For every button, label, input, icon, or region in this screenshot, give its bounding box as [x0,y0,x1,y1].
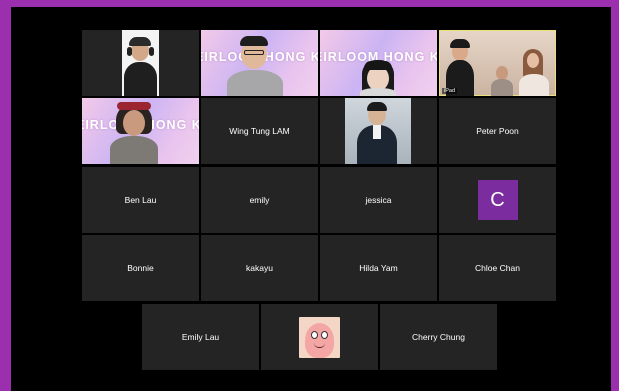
participant-tile[interactable]: jessica [320,167,437,233]
participant-video: EIRLOOM HONG KON [320,30,437,96]
participant-tile[interactable]: Chloe Chan [439,235,556,301]
participant-name: jessica [365,195,392,205]
participant-name: Wing Tung LAM [229,126,290,136]
participant-tile[interactable]: kakayu [201,235,318,301]
profile-photo [345,98,411,164]
participant-name: Bonnie [127,263,154,273]
participant-tile[interactable]: emily [201,167,318,233]
participant-video [82,30,199,96]
participant-name: Cherry Chung [412,332,465,342]
participant-tile[interactable] [320,98,437,164]
participant-tile[interactable]: Hilda Yam [320,235,437,301]
participant-video [439,30,556,96]
participant-tile[interactable]: Bonnie [82,235,199,301]
gallery-view: EIRLOOM HONG KONG EIRLOOM HONG KON [0,0,619,391]
device-tag: iPad [442,88,458,94]
participant-name: emily [249,195,270,205]
participant-tile[interactable]: EIRLOOM HONG KON [320,30,437,96]
participant-tile[interactable]: iPad [439,30,556,96]
participant-tile[interactable] [82,30,199,96]
patrick-star-icon [299,316,340,358]
participant-tile[interactable]: EIRLOOM HONG KONG [82,98,199,164]
participant-tile[interactable]: EIRLOOM HONG KONG [201,30,318,96]
avatar-initial: C [490,188,505,211]
participant-name: Emily Lau [181,332,220,342]
participant-tile[interactable]: Wing Tung LAM [201,98,318,164]
participant-tile[interactable]: Peter Poon [439,98,556,164]
participant-video: EIRLOOM HONG KONG [201,30,318,96]
participant-name: Hilda Yam [359,263,398,273]
participant-tile[interactable]: Emily Lau [142,304,259,370]
avatar: C [477,180,518,220]
participant-name: Chloe Chan [475,263,520,273]
participant-name: Peter Poon [476,126,519,136]
participant-tile[interactable] [261,304,378,370]
participant-name: kakayu [246,263,273,273]
participant-name: Ben Lau [124,195,157,205]
participant-video: EIRLOOM HONG KONG [82,98,199,164]
participant-tile[interactable]: Ben Lau [82,167,199,233]
participant-tile[interactable]: Cherry Chung [380,304,497,370]
participant-tile[interactable]: C [439,167,556,233]
